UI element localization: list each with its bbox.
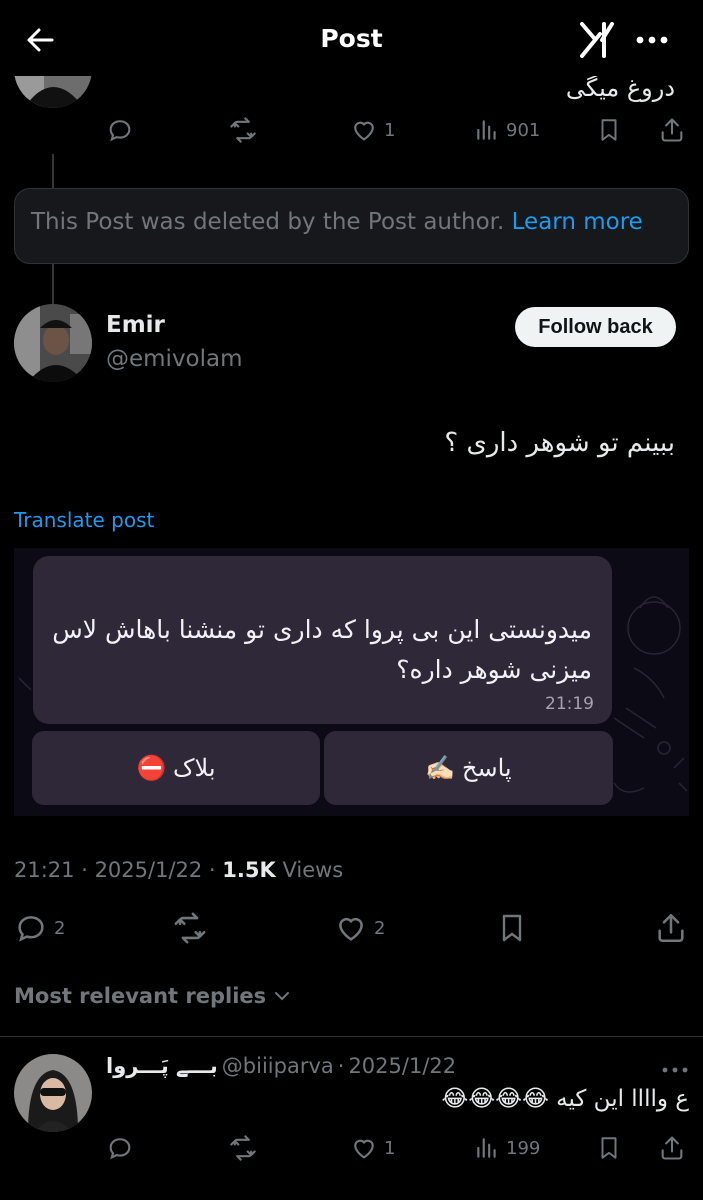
deleted-post-notice: This Post was deleted by the Post author… bbox=[14, 188, 689, 264]
heart-icon bbox=[339, 917, 363, 941]
post-meta: 21:21 · 2025/1/22 · 1.5K Views bbox=[14, 858, 344, 882]
reply-button[interactable]: 2 bbox=[14, 908, 65, 948]
post-image[interactable]: میدونستی این بی پروا که داری تو منشنا با… bbox=[14, 548, 689, 816]
like-count: 1 bbox=[384, 1137, 396, 1159]
views-label[interactable]: Views bbox=[282, 858, 343, 882]
top-bar: Post bbox=[0, 0, 703, 76]
translate-post-link[interactable]: Translate post bbox=[14, 508, 154, 532]
message-text: میدونستی این بی پروا که داری تو منشنا با… bbox=[52, 615, 592, 684]
like-button[interactable]: 1 bbox=[350, 110, 395, 150]
view-count: 901 bbox=[506, 119, 541, 141]
bookmark-icon bbox=[601, 119, 617, 141]
reply-sort-dropdown[interactable]: Most relevant replies bbox=[14, 984, 292, 1008]
main-action-bar: 2 2 bbox=[0, 908, 703, 948]
reply-icon bbox=[109, 120, 131, 142]
reply-header: بـــے پَـــروا @biiiparva · 2025/1/22 bbox=[106, 1054, 457, 1078]
thread-connector bbox=[52, 264, 54, 304]
parent-post-text: دروغ میگی bbox=[565, 74, 675, 102]
deleted-notice-text: This Post was deleted by the Post author… bbox=[31, 209, 505, 235]
views-button[interactable]: 901 bbox=[474, 110, 540, 150]
reply-date: 2025/1/22 bbox=[348, 1054, 457, 1078]
reply-label: ✍🏻 پاسخ bbox=[425, 754, 512, 782]
repost-icon bbox=[230, 1135, 256, 1161]
reply-button[interactable] bbox=[106, 110, 134, 150]
post-date: 2025/1/22 bbox=[94, 858, 203, 882]
repost-button[interactable] bbox=[228, 1128, 258, 1168]
like-button[interactable]: 2 bbox=[334, 908, 385, 948]
share-icon bbox=[661, 1136, 683, 1160]
view-count: 199 bbox=[506, 1137, 541, 1159]
views-icon bbox=[477, 120, 496, 140]
reply-text: ع واااا این کیه 😂😂😂😂 bbox=[441, 1086, 689, 1112]
reply-handle[interactable]: @biiiparva bbox=[222, 1054, 334, 1078]
message-bubble: میدونستی این بی پروا که داری تو منشنا با… bbox=[33, 556, 612, 724]
post-time: 21:21 bbox=[14, 858, 75, 882]
share-icon bbox=[658, 913, 684, 943]
reply-button[interactable] bbox=[106, 1128, 134, 1168]
share-button[interactable] bbox=[658, 1128, 686, 1168]
share-icon bbox=[661, 118, 683, 142]
like-count: 1 bbox=[384, 119, 396, 141]
repost-button[interactable] bbox=[172, 908, 208, 948]
reply-more-icon[interactable] bbox=[660, 1060, 690, 1080]
bookmark-button[interactable] bbox=[596, 1128, 622, 1168]
reply-avatar[interactable] bbox=[14, 1054, 92, 1132]
reply-count: 2 bbox=[54, 917, 66, 939]
like-button[interactable]: 1 bbox=[350, 1128, 395, 1168]
author-avatar[interactable] bbox=[14, 304, 92, 382]
block-button[interactable]: ⛔ بلاک bbox=[32, 731, 320, 805]
parent-action-bar: 1 901 bbox=[0, 110, 703, 150]
thread-connector bbox=[52, 154, 54, 188]
post-text: ببینم تو شوهر داری ؟ bbox=[444, 428, 675, 458]
follow-back-button[interactable]: Follow back bbox=[515, 307, 676, 347]
views-icon bbox=[477, 1138, 496, 1158]
reply-message-button[interactable]: ✍🏻 پاسخ bbox=[324, 731, 613, 805]
heart-icon bbox=[354, 1139, 374, 1159]
reply-sort-label: Most relevant replies bbox=[14, 984, 267, 1008]
author-handle[interactable]: @emivolam bbox=[106, 346, 243, 372]
repost-icon bbox=[230, 117, 256, 143]
block-label: ⛔ بلاک bbox=[136, 754, 216, 782]
share-button[interactable] bbox=[658, 110, 686, 150]
repost-button[interactable] bbox=[228, 110, 258, 150]
divider bbox=[0, 1036, 703, 1037]
bookmark-icon bbox=[502, 914, 522, 942]
grok-icon[interactable] bbox=[578, 20, 618, 60]
bookmark-button[interactable] bbox=[496, 908, 528, 948]
like-count: 2 bbox=[374, 917, 386, 939]
chevron-down-icon bbox=[275, 992, 290, 1001]
views-count: 1.5K bbox=[222, 858, 276, 882]
heart-icon bbox=[354, 121, 374, 141]
repost-icon bbox=[174, 912, 206, 944]
reply-display-name[interactable]: بـــے پَـــروا bbox=[106, 1054, 218, 1078]
reply-action-bar: 1 199 bbox=[0, 1128, 703, 1168]
share-button[interactable] bbox=[654, 908, 688, 948]
reply-icon bbox=[18, 916, 44, 942]
learn-more-link[interactable]: Learn more bbox=[512, 209, 643, 235]
bookmark-icon bbox=[601, 1137, 617, 1159]
author-display-name[interactable]: Emir bbox=[106, 312, 165, 338]
reply-icon bbox=[109, 1138, 131, 1160]
bookmark-button[interactable] bbox=[596, 110, 622, 150]
more-options-icon[interactable] bbox=[632, 22, 672, 58]
views-button[interactable]: 199 bbox=[474, 1128, 540, 1168]
message-time: 21:19 bbox=[545, 694, 594, 714]
